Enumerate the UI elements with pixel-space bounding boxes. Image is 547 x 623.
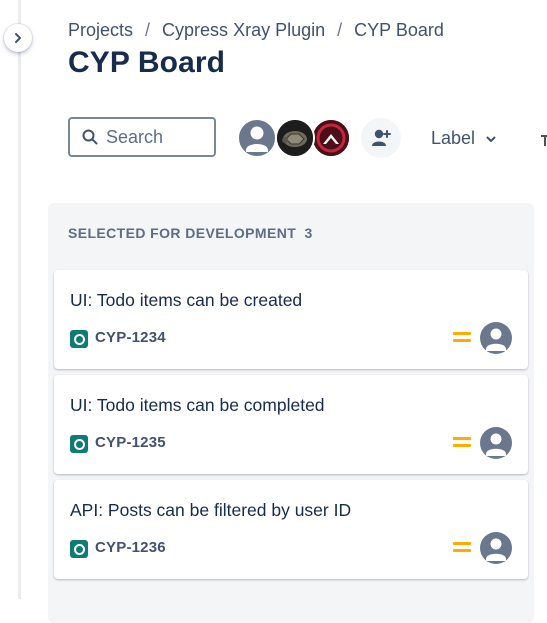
breadcrumb-project[interactable]: Cypress Xray Plugin — [162, 20, 325, 41]
priority-medium-icon — [453, 437, 471, 451]
issue-key[interactable]: CYP-1236 — [95, 539, 166, 556]
chevron-right-icon — [15, 33, 21, 43]
breadcrumb-separator: / — [145, 19, 151, 40]
breadcrumb-projects[interactable]: Projects — [68, 20, 133, 41]
column-issue-count: 3 — [304, 225, 313, 241]
issue-summary: API: Posts can be filtered by user ID — [70, 500, 352, 520]
board-column: SELECTED FOR DEVELOPMENT 3 UI: Todo item… — [48, 203, 534, 623]
issue-card[interactable]: UI: Todo items can be created CYP-1234 — [54, 270, 528, 369]
avatar-user-logo[interactable] — [311, 118, 351, 158]
issue-type-icon — [70, 330, 88, 348]
expand-sidebar-button[interactable] — [4, 24, 32, 52]
label-filter-text: Label — [431, 128, 476, 148]
breadcrumb: Projects / Cypress Xray Plugin / CYP Boa… — [68, 18, 444, 42]
label-filter-dropdown[interactable]: Label — [431, 128, 497, 149]
issue-card[interactable]: API: Posts can be filtered by user ID CY… — [54, 480, 528, 579]
user-icon — [486, 538, 506, 561]
breadcrumb-board[interactable]: CYP Board — [354, 20, 444, 41]
assignee-avatar[interactable] — [480, 427, 512, 459]
user-icon — [246, 126, 268, 152]
search-input[interactable] — [104, 125, 208, 149]
add-people-button[interactable] — [361, 118, 401, 158]
user-icon — [486, 328, 506, 351]
issue-key[interactable]: CYP-1234 — [95, 329, 166, 346]
avatar-user-default[interactable] — [237, 118, 277, 158]
issue-key[interactable]: CYP-1235 — [95, 434, 166, 451]
assignee-avatar[interactable] — [480, 322, 512, 354]
issue-summary: UI: Todo items can be completed — [70, 395, 325, 415]
search-icon — [82, 129, 98, 145]
add-person-icon — [372, 129, 391, 146]
issue-summary: UI: Todo items can be created — [70, 290, 303, 310]
column-title: SELECTED FOR DEVELOPMENT — [68, 225, 297, 241]
sidebar-collapsed — [0, 0, 20, 599]
issue-type-icon — [70, 540, 88, 558]
sidebar-border[interactable] — [18, 0, 21, 599]
page-title: CYP Board — [68, 46, 226, 79]
assignee-avatar[interactable] — [480, 532, 512, 564]
issue-card[interactable]: UI: Todo items can be completed CYP-1235 — [54, 375, 528, 474]
column-header: SELECTED FOR DEVELOPMENT 3 — [68, 225, 313, 241]
more-filters-edge-icon[interactable] — [541, 130, 547, 148]
user-icon — [486, 433, 506, 456]
avatar-user-turtle[interactable] — [275, 118, 315, 158]
chevron-down-icon — [486, 136, 496, 142]
priority-medium-icon — [453, 542, 471, 556]
issue-type-icon — [70, 435, 88, 453]
breadcrumb-separator: / — [337, 19, 343, 40]
search-field[interactable] — [68, 117, 216, 157]
turtle-avatar-icon — [277, 120, 313, 156]
logo-avatar-icon — [313, 120, 349, 156]
priority-medium-icon — [453, 332, 471, 346]
